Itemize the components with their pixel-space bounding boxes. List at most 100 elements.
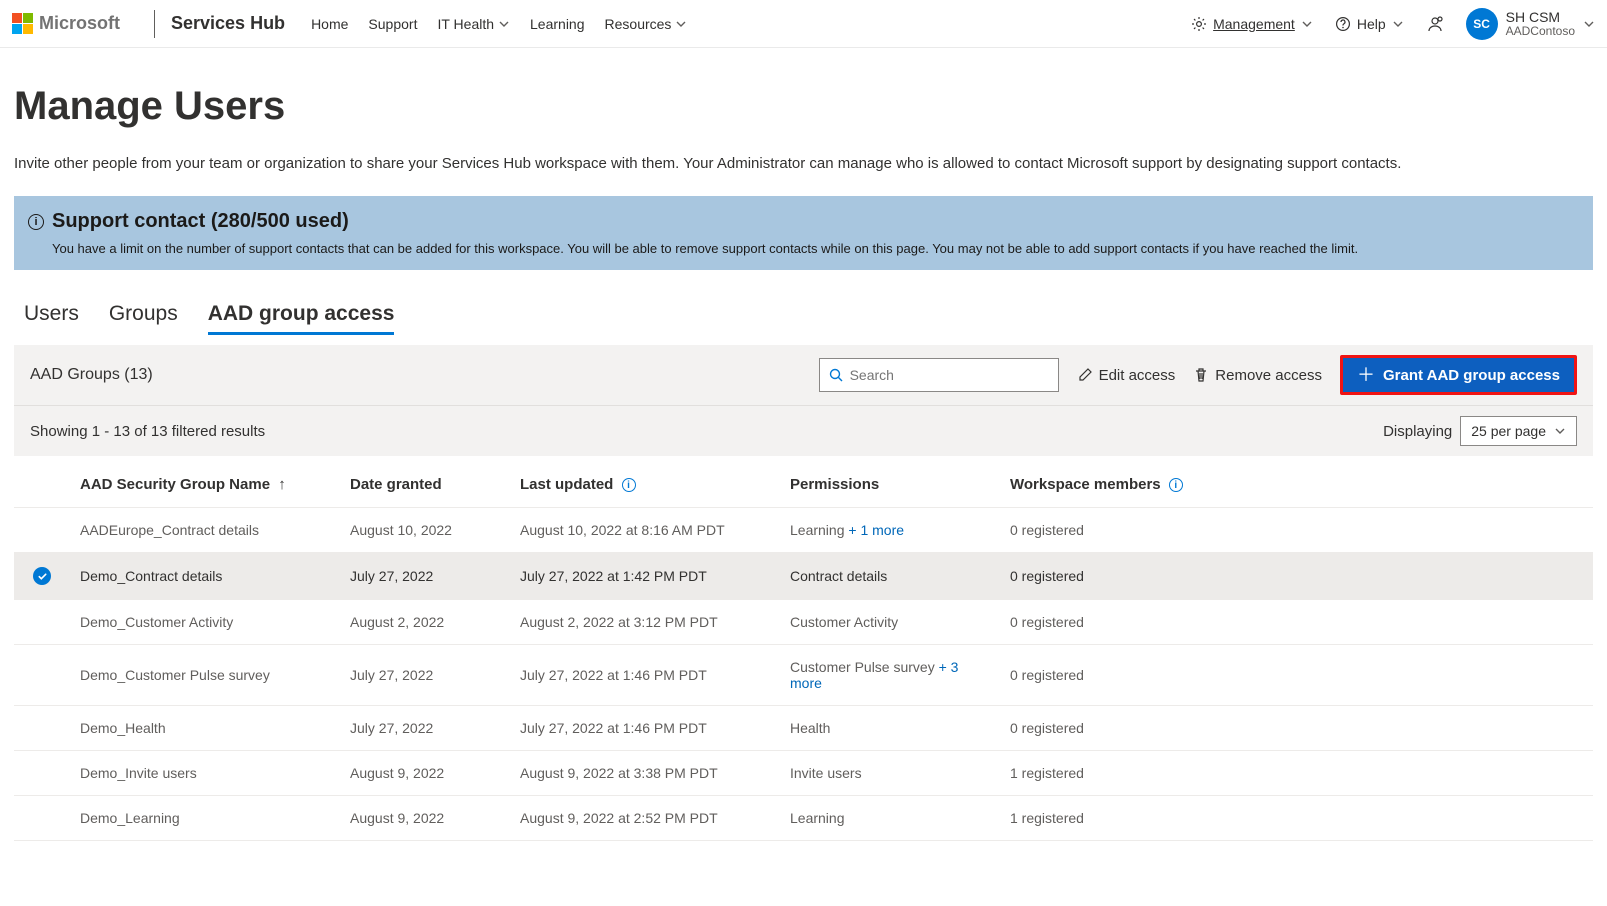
cell-updated: August 9, 2022 at 2:52 PM PDT [510,796,780,841]
pencil-icon [1077,367,1093,383]
showing-text: Showing 1 - 13 of 13 filtered results [30,423,265,440]
support-contact-banner: i Support contact (280/500 used) You hav… [14,196,1593,270]
page-title: Manage Users [14,84,1593,129]
help-icon [1335,16,1351,32]
cell-updated: July 27, 2022 at 1:46 PM PDT [510,706,780,751]
cell-permissions: Customer Activity [780,600,1000,645]
per-page-value: 25 per page [1471,423,1546,439]
edit-access-label: Edit access [1099,367,1176,384]
cell-name: AADEurope_Contract details [70,508,340,553]
nav-resources-label: Resources [605,16,672,32]
cell-permissions: Learning + 1 more [780,508,1000,553]
cell-members: 0 registered [1000,645,1593,706]
cell-updated: August 10, 2022 at 8:16 AM PDT [510,508,780,553]
page-description: Invite other people from your team or or… [14,155,1593,172]
banner-body: You have a limit on the number of suppor… [52,241,1575,256]
col-header-name[interactable]: AAD Security Group Name ↑ [70,456,340,508]
cell-date: August 10, 2022 [340,508,510,553]
col-header-updated[interactable]: Last updated i [510,456,780,508]
chevron-down-icon [1554,425,1566,437]
col-header-members[interactable]: Workspace members i [1000,456,1593,508]
microsoft-logo[interactable]: Microsoft [12,13,120,34]
cell-date: July 27, 2022 [340,706,510,751]
cell-date: July 27, 2022 [340,553,510,600]
displaying-label: Displaying [1383,423,1452,440]
avatar: SC [1466,8,1498,40]
cell-updated: August 2, 2022 at 3:12 PM PDT [510,600,780,645]
cell-name: Demo_Customer Activity [70,600,340,645]
app-name[interactable]: Services Hub [171,13,285,34]
help-label: Help [1357,16,1386,32]
nav-resources[interactable]: Resources [605,16,688,32]
top-nav: Home Support IT Health Learning Resource… [311,16,687,32]
table-row[interactable]: Demo_Invite usersAugust 9, 2022August 9,… [14,751,1593,796]
user-name: SH CSM [1506,9,1575,25]
nav-support[interactable]: Support [368,16,417,32]
nav-learning[interactable]: Learning [530,16,585,32]
cell-permissions: Invite users [780,751,1000,796]
grant-aad-group-access-button[interactable]: ＋ Grant AAD group access [1340,355,1577,395]
tabs: Users Groups AAD group access [14,296,1593,335]
cell-members: 0 registered [1000,553,1593,600]
search-input-wrapper[interactable] [819,358,1059,392]
help-menu[interactable]: Help [1335,16,1404,32]
sort-asc-icon: ↑ [278,476,286,493]
global-header: Microsoft Services Hub Home Support IT H… [0,0,1607,48]
cell-name: Demo_Health [70,706,340,751]
chevron-down-icon [675,18,687,30]
tab-aad-group-access[interactable]: AAD group access [208,296,395,335]
cell-permissions: Health [780,706,1000,751]
user-text: SH CSM AADContoso [1506,9,1575,39]
grant-btn-label: Grant AAD group access [1383,367,1560,384]
cell-updated: July 27, 2022 at 1:42 PM PDT [510,553,780,600]
cell-members: 1 registered [1000,751,1593,796]
remove-access-button[interactable]: Remove access [1193,367,1322,384]
banner-title: Support contact (280/500 used) [52,210,349,233]
header-divider [154,10,155,38]
management-label: Management [1213,16,1295,32]
table-row[interactable]: Demo_Customer Pulse surveyJuly 27, 2022J… [14,645,1593,706]
info-icon: i [28,214,44,230]
cell-permissions: Contract details [780,553,1000,600]
header-right: Management Help SC SH CSM AADContoso [1191,8,1595,40]
cell-members: 1 registered [1000,796,1593,841]
col-header-permissions[interactable]: Permissions [780,456,1000,508]
checkmark-icon[interactable] [33,567,51,585]
table-row[interactable]: AADEurope_Contract detailsAugust 10, 202… [14,508,1593,553]
chevron-down-icon [1583,18,1595,30]
plus-icon: ＋ [1357,366,1375,384]
microsoft-logo-icon [12,13,33,34]
aad-groups-table: AAD Security Group Name ↑ Date granted L… [14,456,1593,841]
cell-date: July 27, 2022 [340,645,510,706]
cell-updated: August 9, 2022 at 3:38 PM PDT [510,751,780,796]
chevron-down-icon [1301,18,1313,30]
edit-access-button[interactable]: Edit access [1077,367,1176,384]
col-header-date[interactable]: Date granted [340,456,510,508]
remove-access-label: Remove access [1215,367,1322,384]
notifications-button[interactable] [1426,15,1444,33]
per-page-select[interactable]: 25 per page [1460,416,1577,446]
table-row[interactable]: Demo_Contract detailsJuly 27, 2022July 2… [14,553,1593,600]
user-menu[interactable]: SC SH CSM AADContoso [1466,8,1595,40]
trash-icon [1193,367,1209,383]
table-row[interactable]: Demo_Customer ActivityAugust 2, 2022Augu… [14,600,1593,645]
nav-home[interactable]: Home [311,16,348,32]
cell-name: Demo_Customer Pulse survey [70,645,340,706]
tab-groups[interactable]: Groups [109,296,178,335]
management-menu[interactable]: Management [1191,16,1313,32]
table-row[interactable]: Demo_HealthJuly 27, 2022July 27, 2022 at… [14,706,1593,751]
table-header-row: AAD Security Group Name ↑ Date granted L… [14,456,1593,508]
chevron-down-icon [1392,18,1404,30]
nav-it-health[interactable]: IT Health [437,16,510,32]
cell-date: August 9, 2022 [340,796,510,841]
cell-permissions: Customer Pulse survey + 3 more [780,645,1000,706]
table-row[interactable]: Demo_LearningAugust 9, 2022August 9, 202… [14,796,1593,841]
user-org: AADContoso [1506,25,1575,39]
permissions-more-link[interactable]: + 1 more [845,522,905,538]
tab-users[interactable]: Users [24,296,79,335]
cell-members: 0 registered [1000,508,1593,553]
nav-it-health-label: IT Health [437,16,494,32]
search-input[interactable] [850,367,1050,383]
cell-members: 0 registered [1000,600,1593,645]
results-bar: Showing 1 - 13 of 13 filtered results Di… [14,405,1593,456]
